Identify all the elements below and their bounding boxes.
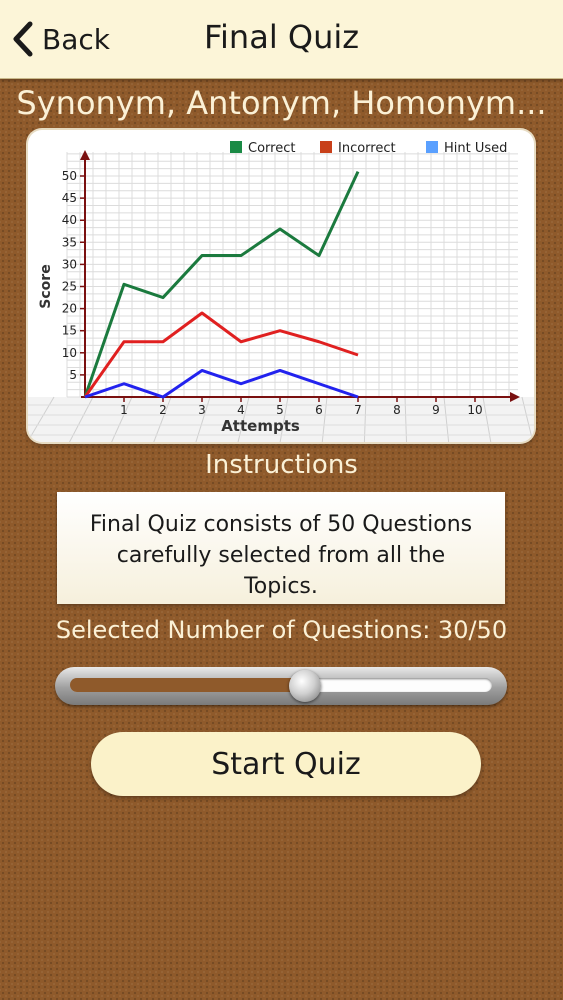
legend-swatch <box>230 141 242 153</box>
x-tick-label: 6 <box>315 403 323 417</box>
instructions-text: Final Quiz consists of 50 Questions care… <box>89 512 473 599</box>
legend-swatch <box>426 141 438 153</box>
x-tick-label: 5 <box>276 403 284 417</box>
x-tick-label: 2 <box>159 403 167 417</box>
questions-slider[interactable] <box>55 667 507 705</box>
selected-questions-label: Selected Number of Questions: 30/50 <box>55 616 508 644</box>
y-tick-label: 40 <box>62 213 77 227</box>
y-tick-label: 30 <box>62 257 77 271</box>
y-tick-label: 25 <box>62 280 77 294</box>
instructions-heading: Instructions <box>205 450 358 480</box>
y-axis-label: Score <box>38 264 54 308</box>
y-tick-label: 5 <box>69 368 77 382</box>
y-tick-label: 20 <box>62 302 77 316</box>
quiz-subtitle: Synonym, Antonym, Homonym... <box>16 84 547 122</box>
score-chart: 5 10 15 20 25 30 35 40 45 50 1 2 3 4 5 6 7 8 9 10 Attempts Sc… <box>28 130 534 442</box>
x-tick-label: 9 <box>432 403 440 417</box>
y-tick-label: 15 <box>62 324 77 338</box>
instructions-box[interactable]: Final Quiz consists of 50 Questions care… <box>57 492 505 604</box>
slider-track <box>70 678 492 692</box>
start-quiz-button[interactable]: Start Quiz <box>91 732 481 796</box>
x-tick-label: 10 <box>467 403 482 417</box>
y-tick-label: 50 <box>62 169 77 183</box>
page-title: Final Quiz <box>203 18 360 56</box>
y-tick-label: 35 <box>62 235 77 249</box>
legend-label: Correct <box>248 141 295 156</box>
x-axis-label: Attempts <box>221 417 300 435</box>
y-axis-arrow <box>80 150 90 160</box>
legend-swatch <box>320 141 332 153</box>
legend-label: Hint Used <box>444 141 507 156</box>
x-tick-label: 7 <box>354 403 362 417</box>
x-tick-label: 1 <box>120 403 128 417</box>
x-tick-label: 8 <box>393 403 401 417</box>
y-tick-label: 10 <box>62 346 77 360</box>
slider-thumb[interactable] <box>289 670 322 702</box>
slider-fill <box>70 678 306 692</box>
score-chart-svg: 51015202530354045501 2 3 4 5 6 7 8 9 10AttemptsSc… <box>28 141 534 442</box>
x-tick-label: 4 <box>237 403 245 417</box>
navigation-bar: Back Final Quiz <box>0 0 563 79</box>
y-tick-label: 45 <box>62 191 77 205</box>
legend-label: Incorrect <box>338 141 396 156</box>
x-tick-label: 3 <box>198 403 206 417</box>
